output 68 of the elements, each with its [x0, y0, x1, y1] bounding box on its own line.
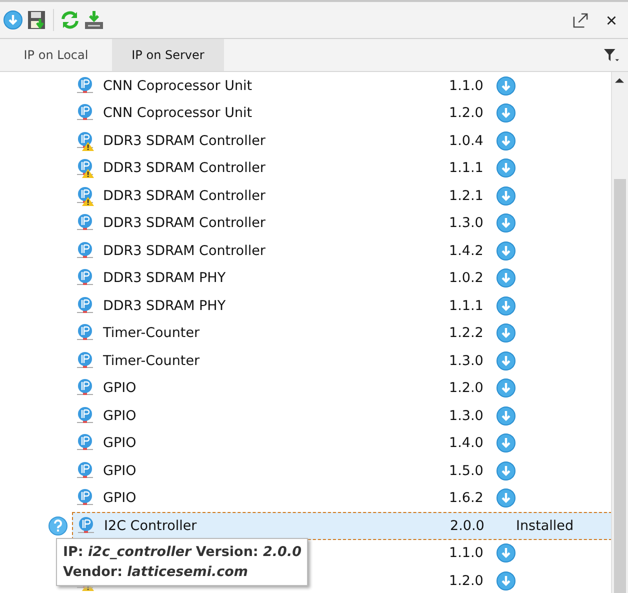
- download-icon[interactable]: [496, 570, 516, 591]
- download-icon[interactable]: [496, 378, 516, 398]
- download-icon[interactable]: [3, 10, 23, 30]
- ip-version: 2.0.0: [450, 518, 486, 534]
- ip-name: GPIO: [102, 490, 138, 506]
- install-icon[interactable]: [84, 10, 104, 30]
- download-icon[interactable]: [496, 296, 516, 316]
- scrollbar-thumb[interactable]: [614, 179, 626, 593]
- popout-icon[interactable]: [573, 12, 588, 28]
- ip-version: 1.4.2: [449, 242, 484, 259]
- scroll-up-icon[interactable]: [615, 77, 624, 83]
- download-icon[interactable]: [496, 323, 516, 344]
- filter-icon[interactable]: [603, 48, 620, 62]
- ip-version: 1.4.0: [449, 435, 484, 452]
- download-icon[interactable]: [496, 213, 516, 234]
- download-icon[interactable]: [496, 186, 516, 206]
- save-icon[interactable]: [27, 10, 47, 30]
- ip-name: DDR3 SDRAM Controller: [102, 242, 266, 259]
- ip-name: Timer-Counter: [102, 352, 201, 369]
- ip-version: 1.2.0: [449, 105, 484, 122]
- ip-name: GPIO: [102, 462, 138, 479]
- ip-name: DDR3 SDRAM Controller: [102, 160, 266, 176]
- download-icon[interactable]: [496, 543, 516, 564]
- ip-version: 1.2.0: [449, 380, 484, 396]
- status-text: Installed: [515, 518, 574, 534]
- ip-name: I2C Controller: [103, 518, 198, 534]
- ip-version: 1.1.0: [449, 78, 484, 94]
- ip-version: 1.5.0: [449, 462, 484, 479]
- download-icon[interactable]: [496, 130, 516, 151]
- ip-version: 1.1.1: [449, 298, 484, 314]
- tooltip-line: Vendor: latticesemi.com: [63, 563, 249, 582]
- ip-version: 1.2.1: [449, 188, 484, 204]
- download-icon[interactable]: [496, 268, 516, 288]
- ip-name: CNN Coprocessor Unit: [102, 78, 254, 94]
- ip-name: GPIO: [102, 408, 138, 424]
- download-icon[interactable]: [496, 406, 516, 426]
- ip-name: GPIO: [102, 435, 138, 452]
- ip-version: 1.3.0: [449, 408, 484, 424]
- ip-name: DDR3 SDRAM PHY: [102, 270, 227, 286]
- ip-version: 1.3.0: [449, 215, 484, 232]
- tooltip-line: IP: i2c_controller Version: 2.0.0: [63, 543, 302, 562]
- tab[interactable]: IP on Local: [0, 39, 112, 71]
- ip-name: GPIO: [102, 380, 138, 396]
- ip-version: 1.2.2: [449, 325, 484, 342]
- download-icon[interactable]: [496, 433, 516, 454]
- ip-version: 1.1.1: [449, 160, 484, 176]
- ip-version: 1.3.0: [449, 352, 484, 369]
- download-icon[interactable]: [496, 350, 516, 371]
- help-icon[interactable]: [48, 516, 68, 536]
- ip-version: 1.1.0: [449, 545, 484, 562]
- ip-name: DDR3 SDRAM Controller: [102, 132, 266, 149]
- ip-version: 1.0.2: [449, 270, 484, 286]
- tab[interactable]: IP on Server: [112, 39, 224, 71]
- ip-version: 1.2.0: [449, 572, 484, 589]
- ip-name: CNN Coprocessor Unit: [102, 105, 254, 122]
- download-icon[interactable]: [496, 103, 516, 124]
- refresh-icon[interactable]: [60, 10, 80, 30]
- download-icon[interactable]: [496, 158, 516, 178]
- ip-version: 1.6.2: [449, 490, 484, 506]
- ip-name: Timer-Counter: [102, 325, 201, 342]
- ip-name: DDR3 SDRAM Controller: [102, 215, 266, 232]
- ip-name: DDR3 SDRAM Controller: [102, 188, 266, 204]
- download-icon[interactable]: [496, 460, 516, 481]
- download-icon[interactable]: [496, 488, 516, 508]
- ip-name: DDR3 SDRAM PHY: [102, 298, 227, 314]
- ip-version: 1.0.4: [449, 132, 484, 149]
- download-icon[interactable]: [496, 240, 516, 261]
- download-icon[interactable]: [496, 76, 516, 96]
